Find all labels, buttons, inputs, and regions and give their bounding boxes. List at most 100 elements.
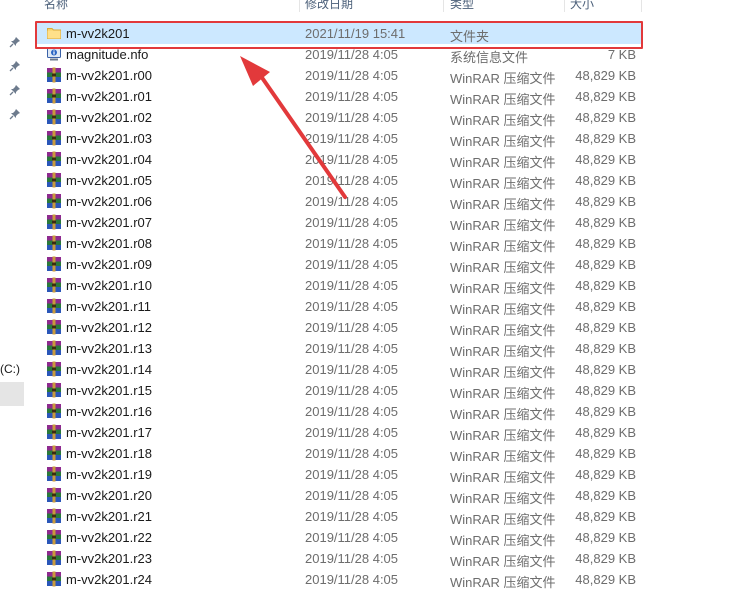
file-size: 48,829 KB [575,488,636,503]
column-divider[interactable] [443,0,444,12]
file-date-modified: 2019/11/28 4:05 [305,320,399,335]
column-header-date[interactable]: 修改日期 [305,0,353,12]
file-name: m-vv2k201.r07 [66,215,152,230]
file-row[interactable]: m-vv2k201.r09 2019/11/28 4:05 WinRAR 压缩文件 4… [37,254,641,275]
file-name: m-vv2k201.r17 [66,425,152,440]
file-name: m-vv2k201.r23 [66,551,152,566]
file-date-modified: 2019/11/28 4:05 [305,425,399,440]
file-row[interactable]: m-vv2k201.r13 2019/11/28 4:05 WinRAR 压缩文件 4… [37,338,641,359]
file-name: m-vv2k201 [66,26,130,41]
file-date-modified: 2019/11/28 4:05 [305,131,399,146]
file-size: 48,829 KB [575,341,636,356]
column-divider[interactable] [564,0,565,12]
file-row[interactable]: m-vv2k201.r15 2019/11/28 4:05 WinRAR 压缩文件 4… [37,380,641,401]
file-type: WinRAR 压缩文件 [450,533,556,548]
file-row[interactable]: m-vv2k201.r08 2019/11/28 4:05 WinRAR 压缩文件 4… [37,233,641,254]
file-date-modified: 2019/11/28 4:05 [305,488,399,503]
file-size: 48,829 KB [575,467,636,482]
file-size: 48,829 KB [575,215,636,230]
file-name: m-vv2k201.r21 [66,509,152,524]
file-row[interactable]: m-vv2k201.r24 2019/11/28 4:05 WinRAR 压缩文件 4… [37,569,641,590]
file-date-modified: 2021/11/19 15:41 [305,26,406,41]
file-row[interactable]: m-vv2k201.r14 2019/11/28 4:05 WinRAR 压缩文件 4… [37,359,641,380]
winrar-icon [46,424,62,440]
file-name: m-vv2k201.r11 [66,299,152,314]
file-type: WinRAR 压缩文件 [450,302,556,317]
file-name: m-vv2k201.r00 [66,68,152,83]
file-row[interactable]: m-vv2k201.r07 2019/11/28 4:05 WinRAR 压缩文件 4… [37,212,641,233]
file-size: 48,829 KB [575,404,636,419]
file-date-modified: 2019/11/28 4:05 [305,383,399,398]
file-date-modified: 2019/11/28 4:05 [305,110,399,125]
navigation-pane: (C:) [0,0,25,594]
file-row[interactable]: m-vv2k201.r12 2019/11/28 4:05 WinRAR 压缩文件 4… [37,317,641,338]
file-row[interactable]: m-vv2k201.r22 2019/11/28 4:05 WinRAR 压缩文件 4… [37,527,641,548]
column-divider[interactable] [299,0,300,12]
drive-c-label[interactable]: (C:) [0,362,20,376]
file-row[interactable]: m-vv2k201.r06 2019/11/28 4:05 WinRAR 压缩文件 4… [37,191,641,212]
file-type: WinRAR 压缩文件 [450,554,556,569]
column-header-size[interactable]: 大小 [570,0,594,12]
file-type: 系统信息文件 [450,50,529,65]
file-name: m-vv2k201.r01 [66,89,152,104]
file-row[interactable]: m-vv2k201.r03 2019/11/28 4:05 WinRAR 压缩文件 4… [37,128,641,149]
pin-icon[interactable] [9,60,21,72]
file-row[interactable]: magnitude.nfo 2019/11/28 4:05 系统信息文件 7 KB [37,44,641,65]
file-type: WinRAR 压缩文件 [450,260,556,275]
file-size: 48,829 KB [575,320,636,335]
file-row[interactable]: m-vv2k201.r21 2019/11/28 4:05 WinRAR 压缩文件 4… [37,506,641,527]
winrar-icon [46,298,62,314]
winrar-icon [46,571,62,587]
file-row[interactable]: m-vv2k201.r17 2019/11/28 4:05 WinRAR 压缩文件 4… [37,422,641,443]
file-type: WinRAR 压缩文件 [450,197,556,212]
file-type: WinRAR 压缩文件 [450,386,556,401]
file-row[interactable]: m-vv2k201.r18 2019/11/28 4:05 WinRAR 压缩文件 4… [37,443,641,464]
pin-icon[interactable] [9,84,21,96]
file-row[interactable]: m-vv2k201.r20 2019/11/28 4:05 WinRAR 压缩文件 4… [37,485,641,506]
file-date-modified: 2019/11/28 4:05 [305,236,399,251]
column-header-name[interactable]: 名称 [44,0,68,12]
file-type: WinRAR 压缩文件 [450,575,556,590]
file-name: m-vv2k201.r10 [66,278,152,293]
file-size: 48,829 KB [575,362,636,377]
column-header-type[interactable]: 类型 [450,0,474,12]
file-name: m-vv2k201.r08 [66,236,152,251]
file-row[interactable]: m-vv2k201.r16 2019/11/28 4:05 WinRAR 压缩文件 4… [37,401,641,422]
file-row[interactable]: m-vv2k201.r23 2019/11/28 4:05 WinRAR 压缩文件 4… [37,548,641,569]
file-date-modified: 2019/11/28 4:05 [305,278,399,293]
winrar-icon [46,151,62,167]
file-row[interactable]: m-vv2k201.r19 2019/11/28 4:05 WinRAR 压缩文件 4… [37,464,641,485]
file-date-modified: 2019/11/28 4:05 [305,215,399,230]
file-row[interactable]: m-vv2k201.r02 2019/11/28 4:05 WinRAR 压缩文件 4… [37,107,641,128]
file-row[interactable]: m-vv2k201.r11 2019/11/28 4:05 WinRAR 压缩文件 4… [37,296,641,317]
file-type: WinRAR 压缩文件 [450,113,556,128]
file-row[interactable]: m-vv2k201.r10 2019/11/28 4:05 WinRAR 压缩文件 4… [37,275,641,296]
file-name: m-vv2k201.r04 [66,152,152,167]
file-date-modified: 2019/11/28 4:05 [305,299,399,314]
file-size: 48,829 KB [575,299,636,314]
file-size: 48,829 KB [575,278,636,293]
file-type: WinRAR 压缩文件 [450,92,556,107]
file-date-modified: 2019/11/28 4:05 [305,362,399,377]
file-list: m-vv2k201 2021/11/19 15:41 文件夹 magnitude.n… [37,23,641,590]
winrar-icon [46,256,62,272]
file-type: WinRAR 压缩文件 [450,323,556,338]
file-row[interactable]: m-vv2k201 2021/11/19 15:41 文件夹 [37,23,641,44]
file-row[interactable]: m-vv2k201.r05 2019/11/28 4:05 WinRAR 压缩文件 4… [37,170,641,191]
file-date-modified: 2019/11/28 4:05 [305,446,399,461]
winrar-icon [46,130,62,146]
column-divider[interactable] [641,0,642,12]
pin-icon[interactable] [9,108,21,120]
file-type: WinRAR 压缩文件 [450,176,556,191]
file-date-modified: 2019/11/28 4:05 [305,530,399,545]
file-row[interactable]: m-vv2k201.r00 2019/11/28 4:05 WinRAR 压缩文件 4… [37,65,641,86]
winrar-icon [46,529,62,545]
file-row[interactable]: m-vv2k201.r01 2019/11/28 4:05 WinRAR 压缩文件 4… [37,86,641,107]
file-size: 48,829 KB [575,509,636,524]
file-row[interactable]: m-vv2k201.r04 2019/11/28 4:05 WinRAR 压缩文件 4… [37,149,641,170]
winrar-icon [46,382,62,398]
file-size: 48,829 KB [575,89,636,104]
nav-item-highlight[interactable] [0,382,24,406]
pin-icon[interactable] [9,36,21,48]
winrar-icon [46,550,62,566]
